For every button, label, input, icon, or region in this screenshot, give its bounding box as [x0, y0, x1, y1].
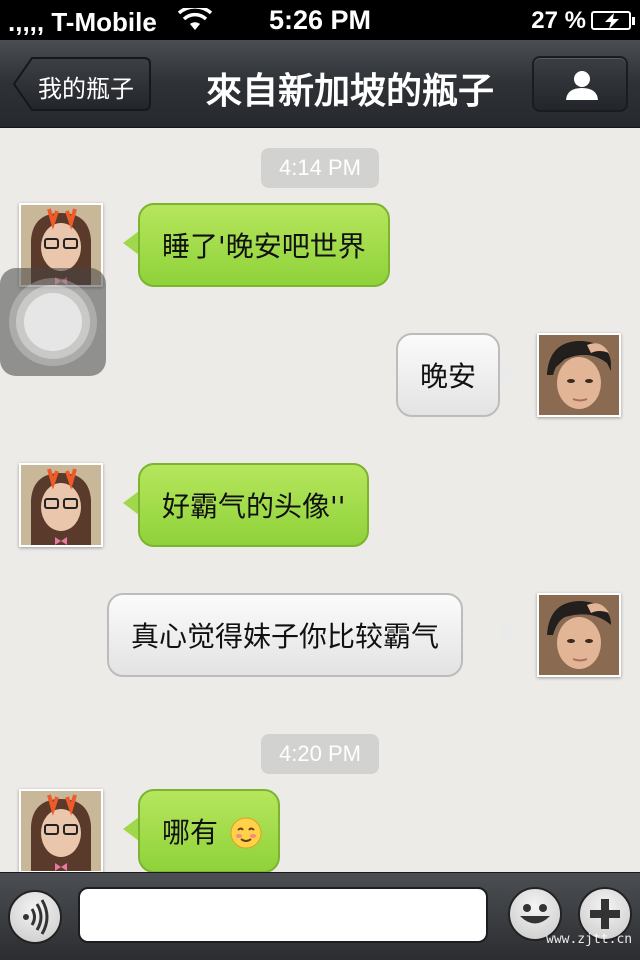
smiley-blush-icon	[230, 817, 262, 849]
message-bubble-sent[interactable]: 真心觉得妹子你比较霸气	[107, 593, 464, 677]
avatar-self[interactable]	[537, 333, 621, 417]
bubble-tail	[123, 817, 139, 841]
message-bubble-received[interactable]: 好霸气的头像''	[138, 463, 370, 547]
voice-button[interactable]	[8, 890, 62, 944]
bubble-tail	[123, 491, 139, 515]
bubble-tail	[123, 231, 139, 255]
navigation-bar: 我的瓶子 來自新加坡的瓶子	[0, 40, 640, 128]
chat-area[interactable]: 4:14 PM 睡了'晚安吧世界 晚安 好霸气的头像'' 真心觉得妹子你比较霸气…	[0, 128, 640, 872]
bubble-tail	[501, 361, 517, 385]
avatar-other[interactable]	[19, 463, 103, 547]
avatar-boy-image	[539, 595, 619, 675]
bubble-tail	[501, 621, 517, 645]
avatar-self[interactable]	[537, 593, 621, 677]
assistive-touch-center	[24, 293, 82, 351]
back-button-label: 我的瓶子	[38, 75, 134, 103]
message-input-bar	[0, 872, 640, 960]
profile-button[interactable]	[532, 56, 628, 112]
message-bubble-sent[interactable]: 晚安	[396, 333, 501, 417]
message-bubble-received[interactable]: 哪有	[138, 789, 281, 872]
timestamp: 4:20 PM	[261, 734, 379, 774]
battery-icon	[591, 11, 635, 30]
avatar-other[interactable]	[19, 789, 103, 872]
timestamp: 4:14 PM	[261, 148, 379, 188]
voice-icon	[23, 899, 49, 935]
avatar-boy-image	[539, 335, 619, 415]
status-bar: .,,,, T-Mobile 5:26 PM 27 %	[0, 0, 640, 40]
watermark: www.zjtt.cn	[546, 932, 633, 947]
message-bubble-received[interactable]: 睡了'晚安吧世界	[138, 203, 390, 287]
battery-percent: 27 %	[531, 7, 586, 34]
page-title: 來自新加坡的瓶子	[205, 71, 494, 112]
avatar-girl-image	[21, 465, 101, 545]
back-button[interactable]: 我的瓶子	[12, 56, 152, 112]
avatar-girl-image	[21, 791, 101, 871]
person-icon	[566, 71, 598, 100]
message-text-input[interactable]	[78, 887, 488, 943]
assistive-touch-button[interactable]	[0, 268, 106, 376]
message-text: 哪有	[162, 816, 219, 849]
